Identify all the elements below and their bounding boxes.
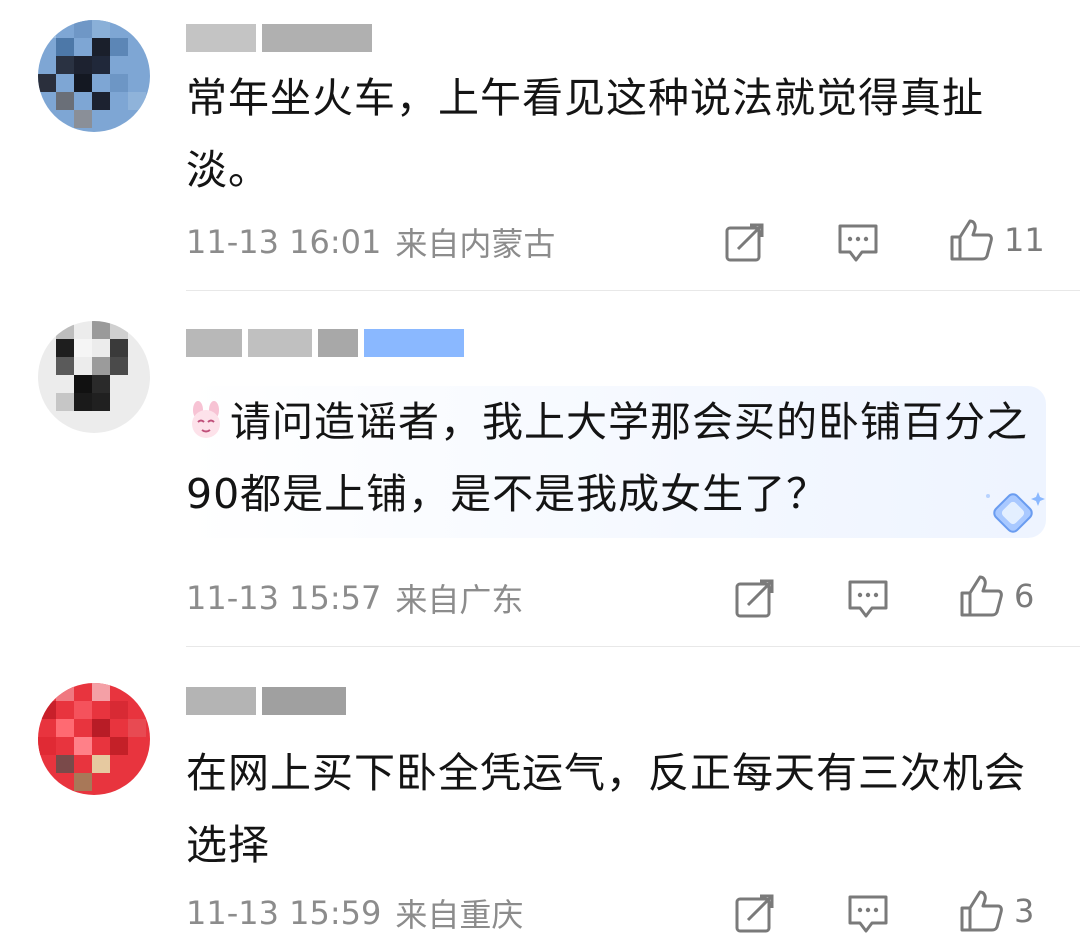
comment-item: 在网上买下卧全凭运气，反正每天有三次机会选择 11-13 15:59 来自重庆 … [0,647,1080,935]
share-button[interactable] [724,220,766,264]
reply-icon [838,224,878,262]
share-icon [725,223,764,262]
username[interactable] [186,20,372,56]
comment-text-content: 请问造谣者，我上大学那会买的卧铺百分之90都是上铺，是不是我成女生了？ [186,398,1028,518]
like-count: 6 [1014,577,1035,615]
share-button[interactable] [734,576,776,620]
username[interactable] [186,683,346,719]
share-icon [735,894,774,933]
comment-location: 来自广东 [395,581,524,619]
reply-icon [848,895,888,933]
username[interactable] [186,325,464,361]
share-icon [735,579,774,618]
avatar[interactable] [38,20,150,132]
thumbs-up-icon [950,219,993,261]
avatar[interactable] [38,321,150,433]
reply-button[interactable] [836,220,880,264]
comment-text: 在网上买下卧全凭运气，反正每天有三次机会选择 [186,749,1026,869]
like-count: 3 [1014,892,1035,930]
reply-button[interactable] [846,891,890,935]
like-button[interactable]: 3 [958,889,1034,933]
comment-time: 11-13 15:57 [186,579,382,617]
comment-meta: 11-13 16:01 来自内蒙古 [186,220,555,264]
bunny-emoji [192,401,220,438]
reply-button[interactable] [846,576,890,620]
share-button[interactable] [734,891,776,935]
diamond-badge-icon [984,486,1048,550]
comment-location: 来自重庆 [395,896,524,934]
thumbs-up-icon [960,890,1003,932]
comment-meta: 11-13 15:59 来自重庆 [186,891,523,935]
reply-icon [848,580,888,618]
like-button[interactable]: 6 [958,574,1034,618]
like-count: 11 [1004,221,1045,259]
comment-text: 常年坐火车，上午看见这种说法就觉得真扯淡。 [186,74,984,194]
comment-text: 请问造谣者，我上大学那会买的卧铺百分之90都是上铺，是不是我成女生了？ [186,386,1046,530]
comment-item: 常年坐火车，上午看见这种说法就觉得真扯淡。 11-13 16:01 来自内蒙古 … [0,0,1080,290]
comment-location: 来自内蒙古 [395,225,556,263]
like-button[interactable]: 11 [948,218,1045,262]
avatar[interactable] [38,683,150,795]
comment-meta: 11-13 15:57 来自广东 [186,576,523,620]
comment-time: 11-13 15:59 [186,894,382,932]
thumbs-up-icon [960,575,1003,617]
comment-time: 11-13 16:01 [186,223,382,261]
